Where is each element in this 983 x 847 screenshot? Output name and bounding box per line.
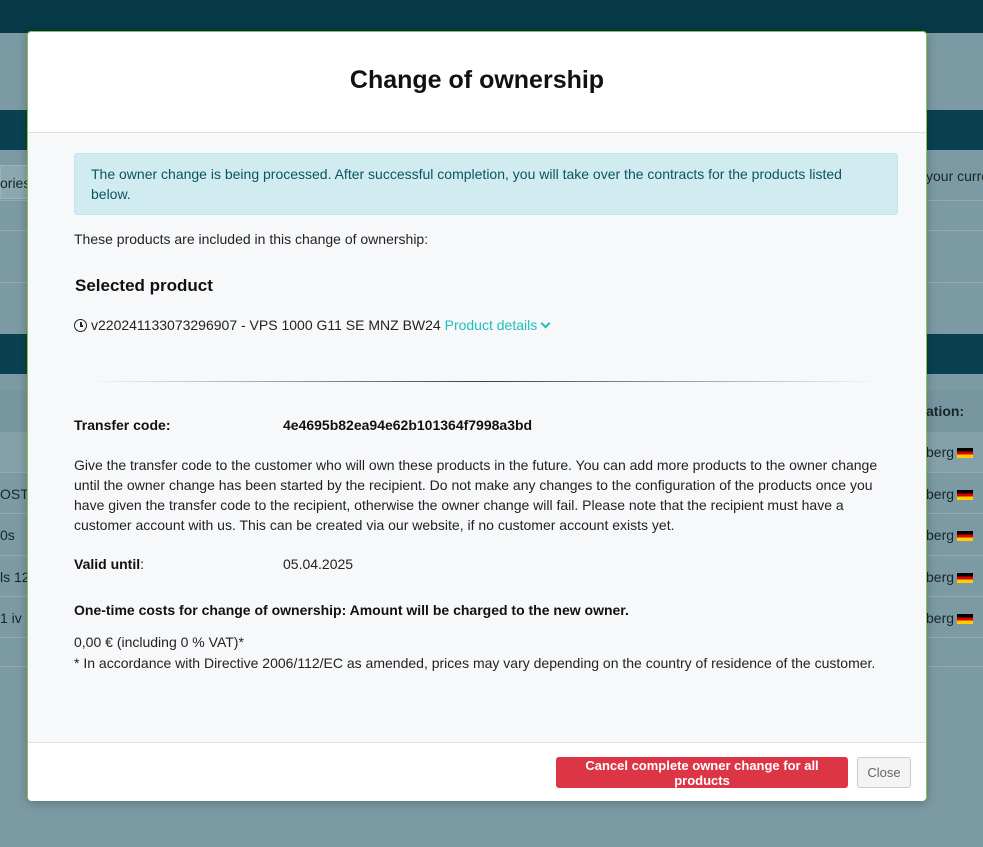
valid-until-label: Valid until xyxy=(74,556,141,572)
background-location-cell: berg xyxy=(926,527,974,543)
chevron-down-icon xyxy=(540,318,551,329)
close-button[interactable]: Close xyxy=(857,757,911,788)
background-snippet: OST xyxy=(0,486,29,502)
costs-footnote: * In accordance with Directive 2006/112/… xyxy=(74,655,876,671)
background-location-cell: berg xyxy=(926,444,974,460)
location-text: berg xyxy=(926,444,955,460)
modal-footer: Cancel complete owner change for all pro… xyxy=(28,742,926,801)
product-details-label: Product details xyxy=(444,317,538,333)
section-divider xyxy=(88,381,878,382)
background-location-cell: berg xyxy=(926,610,974,626)
background-snippet-right: your curre xyxy=(926,168,983,184)
costs-heading: One-time costs for change of ownership: … xyxy=(74,602,629,618)
location-text: berg xyxy=(926,486,955,502)
product-name: v220241133073296907 - VPS 1000 G11 SE MN… xyxy=(91,317,441,333)
change-of-ownership-modal: Change of ownership The owner change is … xyxy=(27,31,927,801)
valid-until-value: 05.04.2025 xyxy=(283,556,354,572)
valid-until-colon: : xyxy=(140,556,145,572)
background-location-cell: berg xyxy=(926,486,974,502)
costs-amount: 0,00 € (including 0 % VAT)* xyxy=(74,634,244,650)
products-included-text: These products are included in this chan… xyxy=(74,231,429,247)
germany-flag-icon xyxy=(957,614,974,625)
background-location-cell: berg xyxy=(926,569,974,585)
product-details-link[interactable]: Product details xyxy=(444,317,551,333)
germany-flag-icon xyxy=(957,531,974,542)
valid-until-label-group: Valid until: xyxy=(74,556,144,572)
background-snippet: 0s xyxy=(0,527,15,543)
background-snippet: ories xyxy=(0,175,31,191)
transfer-code-label: Transfer code: xyxy=(74,417,171,433)
germany-flag-icon xyxy=(957,573,974,584)
modal-title: Change of ownership xyxy=(349,66,605,94)
germany-flag-icon xyxy=(957,448,974,459)
cancel-owner-change-button[interactable]: Cancel complete owner change for all pro… xyxy=(556,757,848,788)
background-top-bar xyxy=(0,0,983,33)
location-text: berg xyxy=(926,610,955,626)
processing-alert: The owner change is being processed. Aft… xyxy=(74,153,898,215)
germany-flag-icon xyxy=(957,490,974,501)
background-snippet: ls 12 xyxy=(0,569,30,585)
location-text: berg xyxy=(926,569,955,585)
modal-header: Change of ownership xyxy=(28,32,926,133)
transfer-instructions: Give the transfer code to the customer w… xyxy=(74,457,878,533)
transfer-code-value: 4e4695b82ea94e62b101364f7998a3bd xyxy=(283,417,533,433)
selected-product-item: v220241133073296907 - VPS 1000 G11 SE MN… xyxy=(74,317,551,333)
background-snippet: 1 iv xyxy=(0,610,22,626)
selected-product-heading: Selected product xyxy=(75,276,213,295)
background-column-header: ation: xyxy=(926,403,965,419)
location-text: berg xyxy=(926,527,955,543)
clock-icon xyxy=(74,319,87,332)
